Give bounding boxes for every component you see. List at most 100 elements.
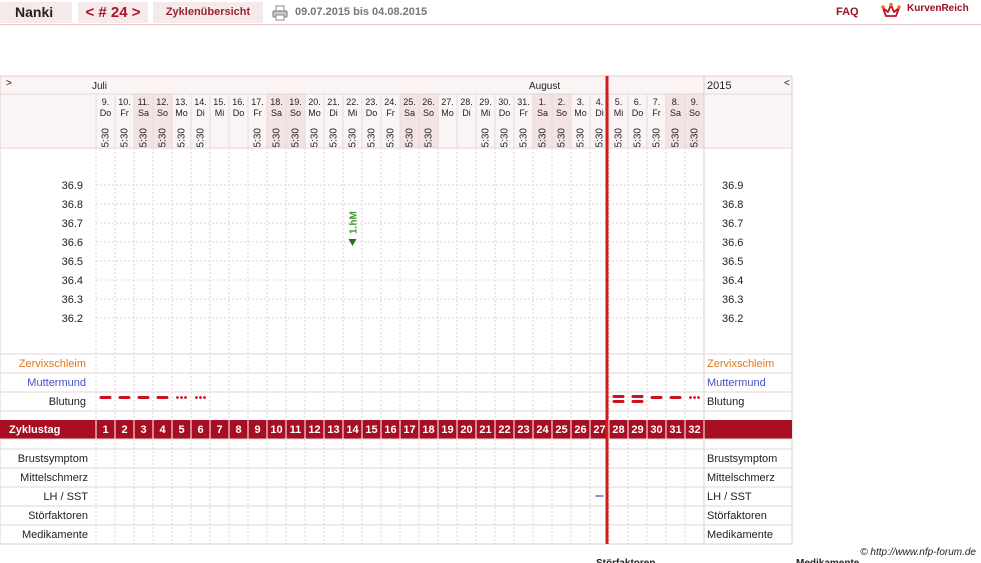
cycle-day-number: 2 xyxy=(121,424,127,436)
cycle-day-number: 16 xyxy=(384,424,396,436)
bleeding-mark[interactable] xyxy=(631,400,644,403)
measure-time: 5:30 xyxy=(139,128,150,148)
day-weekday: Mi xyxy=(481,108,491,118)
cycle-day-number: 4 xyxy=(159,424,166,436)
copyright-footer: © http://www.nfp-forum.de xyxy=(860,547,976,558)
measure-time: 5:30 xyxy=(177,128,188,148)
day-date: 16. xyxy=(232,97,245,107)
bleeding-mark[interactable] xyxy=(180,396,183,399)
measure-time: 5:30 xyxy=(481,128,492,148)
bleeding-mark[interactable] xyxy=(612,400,625,403)
bleeding-mark[interactable] xyxy=(650,396,663,399)
month-label: August xyxy=(529,81,560,92)
cycle-day-number: 6 xyxy=(197,424,203,436)
row-label-left: Brustsymptom xyxy=(18,453,88,465)
bleeding-mark[interactable] xyxy=(693,396,696,399)
cycle-day-number: 29 xyxy=(631,424,643,436)
temp-tick-right: 36.5 xyxy=(722,256,743,268)
day-date: 30. xyxy=(498,97,511,107)
day-date: 20. xyxy=(308,97,321,107)
bleeding-mark[interactable] xyxy=(612,395,625,398)
measure-time: 5:30 xyxy=(310,128,321,148)
cycle-chart: 36.9 36.936.8 36.836.7 36.736.6 36.636.5 36.5… xyxy=(0,75,976,563)
temp-tick-left: 36.2 xyxy=(62,313,83,325)
temp-tick-left: 36.7 xyxy=(62,218,83,230)
day-weekday: Fr xyxy=(652,108,661,118)
bleeding-mark[interactable] xyxy=(137,396,150,399)
cycle-day-number: 25 xyxy=(555,424,567,436)
day-date: 1. xyxy=(539,97,547,107)
cycle-day-number: 27 xyxy=(593,424,605,436)
cycle-day-number: 7 xyxy=(216,424,222,436)
measure-time: 5:30 xyxy=(405,128,416,148)
day-date: 5. xyxy=(615,97,623,107)
bleeding-mark[interactable] xyxy=(176,396,179,399)
cycle-day-number: 19 xyxy=(441,424,453,436)
temp-tick-left: 36.5 xyxy=(62,256,83,268)
day-date: 10. xyxy=(118,97,131,107)
bleeding-mark[interactable] xyxy=(195,396,198,399)
cycle-day-number: 23 xyxy=(517,424,529,436)
measure-time: 5:30 xyxy=(329,128,340,148)
day-date: 31. xyxy=(517,97,530,107)
day-weekday: Mi xyxy=(348,108,358,118)
cycle-day-number: 10 xyxy=(270,424,282,436)
cycle-day-number: 30 xyxy=(650,424,662,436)
cycle-day-number: 13 xyxy=(327,424,339,436)
bleeding-mark[interactable] xyxy=(669,396,682,399)
day-weekday: Mo xyxy=(175,108,188,118)
day-date: 23. xyxy=(365,97,378,107)
cycle-day-number: 1 xyxy=(102,424,108,436)
bleeding-mark[interactable] xyxy=(118,396,131,399)
measure-time: 5:30 xyxy=(538,128,549,148)
bleeding-mark[interactable] xyxy=(199,396,202,399)
cycle-day-number: 22 xyxy=(498,424,510,436)
measure-time: 5:30 xyxy=(519,128,530,148)
day-date: 7. xyxy=(653,97,661,107)
day-date: 29. xyxy=(479,97,492,107)
bleeding-mark[interactable] xyxy=(631,395,644,398)
day-weekday: Di xyxy=(196,108,205,118)
temp-tick-right: 36.8 xyxy=(722,199,743,211)
nav-next-button[interactable]: < xyxy=(784,78,790,89)
cycle-day-number: 32 xyxy=(688,424,700,436)
year-label: 2015 xyxy=(707,80,731,92)
bleeding-mark[interactable] xyxy=(689,396,692,399)
day-date: 3. xyxy=(577,97,585,107)
bleeding-mark[interactable] xyxy=(99,396,112,399)
day-weekday: Mi xyxy=(614,108,624,118)
measure-time: 5:30 xyxy=(595,128,606,148)
cycle-day-number: 17 xyxy=(403,424,415,436)
row-label-left: Störfaktoren xyxy=(28,510,88,522)
row-label-right: Muttermund xyxy=(707,377,766,389)
bleeding-mark[interactable] xyxy=(184,396,187,399)
bleeding-mark[interactable] xyxy=(156,396,169,399)
legend-label-cut: Medikamente xyxy=(796,558,860,563)
nav-prev-button[interactable]: > xyxy=(6,78,12,89)
day-weekday: Do xyxy=(233,108,245,118)
cycle-day-number: 31 xyxy=(669,424,681,436)
day-weekday: Di xyxy=(329,108,338,118)
temp-tick-left: 36.6 xyxy=(62,237,83,249)
day-date: 22. xyxy=(346,97,359,107)
day-date: 4. xyxy=(596,97,604,107)
day-weekday: Fr xyxy=(386,108,395,118)
cycle-day-number: 20 xyxy=(460,424,472,436)
bleeding-mark[interactable] xyxy=(697,396,700,399)
day-weekday: Sa xyxy=(138,108,149,118)
cycle-day-label: Zyklustag xyxy=(9,424,60,436)
cycle-day-number: 21 xyxy=(479,424,491,436)
cycle-day-number: 9 xyxy=(254,424,260,436)
measure-time: 5:30 xyxy=(633,128,644,148)
temp-tick-left: 36.9 xyxy=(62,180,83,192)
row-label-left: Muttermund xyxy=(27,377,86,389)
day-weekday: Do xyxy=(499,108,511,118)
day-date: 9. xyxy=(691,97,699,107)
day-date: 27. xyxy=(441,97,454,107)
cycle-day-number: 28 xyxy=(612,424,624,436)
bleeding-mark[interactable] xyxy=(203,396,206,399)
day-weekday: Sa xyxy=(271,108,282,118)
row-label-right: Blutung xyxy=(707,396,744,408)
temp-tick-right: 36.3 xyxy=(722,294,743,306)
row-label-left: Blutung xyxy=(49,396,86,408)
